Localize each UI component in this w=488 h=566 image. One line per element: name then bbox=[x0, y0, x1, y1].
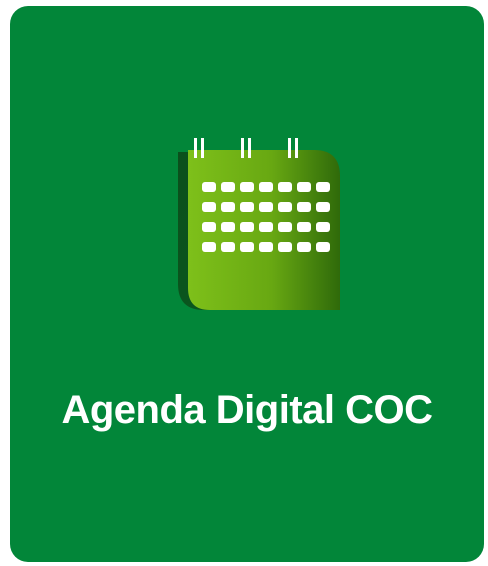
calendar-day-cell bbox=[221, 202, 235, 212]
calendar-day-cell bbox=[316, 222, 330, 232]
calendar-day-cell bbox=[297, 182, 311, 192]
calendar-day-cell bbox=[221, 182, 235, 192]
calendar-day-cell bbox=[240, 182, 254, 192]
calendar-day-cell bbox=[316, 242, 330, 252]
calendar-day-cell bbox=[297, 202, 311, 212]
calendar-day-cell bbox=[259, 202, 273, 212]
calendar-icon bbox=[178, 138, 340, 310]
calendar-day-cell bbox=[278, 222, 292, 232]
calendar-day-cell bbox=[316, 182, 330, 192]
calendar-day-cell bbox=[221, 242, 235, 252]
calendar-day-cell bbox=[202, 222, 216, 232]
agenda-digital-coc-tile[interactable]: Agenda Digital COC bbox=[10, 6, 484, 562]
calendar-day-cell bbox=[259, 182, 273, 192]
calendar-day-cell bbox=[259, 242, 273, 252]
calendar-day-cell bbox=[278, 182, 292, 192]
calendar-day-cell bbox=[221, 222, 235, 232]
calendar-day-cell bbox=[278, 242, 292, 252]
calendar-day-cell bbox=[240, 202, 254, 212]
calendar-day-cell bbox=[297, 242, 311, 252]
calendar-day-cell bbox=[240, 222, 254, 232]
calendar-day-cell bbox=[259, 222, 273, 232]
calendar-day-cell bbox=[202, 242, 216, 252]
calendar-day-cell bbox=[202, 202, 216, 212]
calendar-day-cell bbox=[202, 182, 216, 192]
calendar-day-cell bbox=[278, 202, 292, 212]
tile-label: Agenda Digital COC bbox=[61, 388, 433, 432]
calendar-day-cell bbox=[297, 222, 311, 232]
calendar-day-cell bbox=[316, 202, 330, 212]
calendar-day-cell bbox=[240, 242, 254, 252]
